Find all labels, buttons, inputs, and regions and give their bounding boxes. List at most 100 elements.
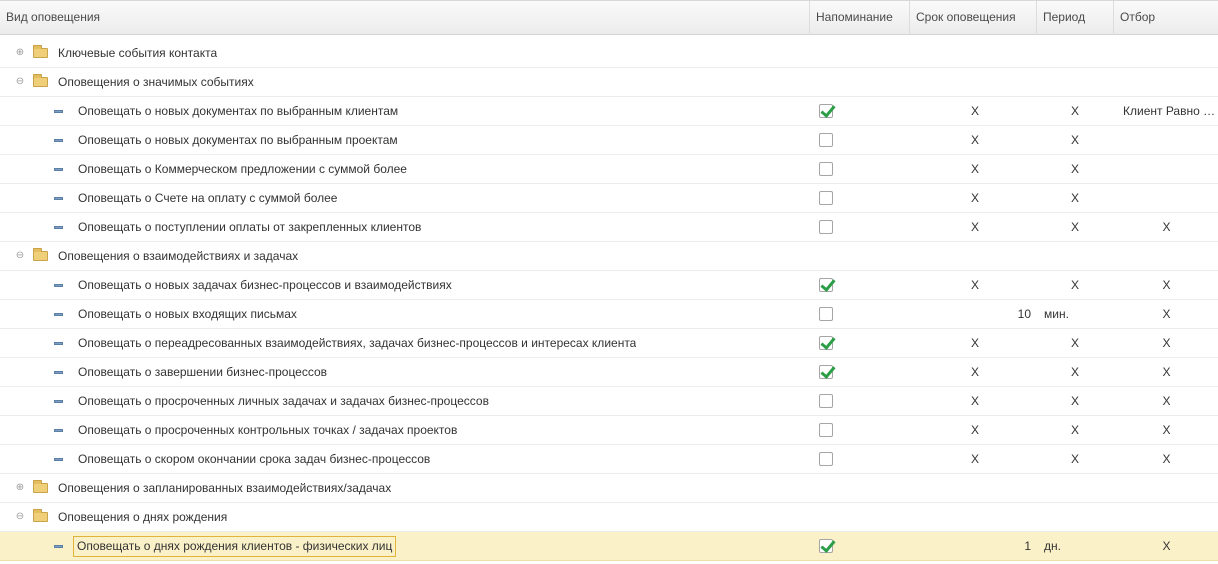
filter-value[interactable]: X [1115, 358, 1218, 386]
term-value[interactable]: X [910, 126, 1040, 154]
reminder-checkbox[interactable] [819, 336, 833, 350]
filter-value[interactable]: X [1115, 271, 1218, 299]
reminder-checkbox[interactable] [819, 452, 833, 466]
group-row[interactable]: ⊕ Ключевые события контакта [0, 39, 1218, 68]
reminder-checkbox[interactable] [819, 220, 833, 234]
group-row[interactable]: ⊖ Оповещения о днях рождения [0, 503, 1218, 532]
term-value[interactable]: 10 [910, 300, 1031, 328]
notification-row[interactable]: Оповещать о просроченных контрольных точ… [0, 416, 1218, 445]
term-value[interactable]: X [910, 329, 1040, 357]
notification-row[interactable]: Оповещать о новых документах по выбранны… [0, 97, 1218, 126]
notification-title[interactable]: Оповещать о переадресованных взаимодейст… [78, 329, 636, 357]
term-value[interactable]: 1 [910, 532, 1031, 560]
term-value[interactable]: X [910, 213, 1040, 241]
term-value[interactable]: X [910, 445, 1040, 473]
notification-title[interactable]: Оповещать о новых документах по выбранны… [78, 126, 398, 154]
term-value[interactable]: X [910, 97, 1040, 125]
notification-item-icon [54, 429, 63, 432]
column-header-filter[interactable]: Отбор [1114, 1, 1218, 35]
term-value[interactable]: X [910, 358, 1040, 386]
folder-icon [33, 248, 48, 261]
notification-item-icon [54, 371, 63, 374]
notification-settings-grid: Вид оповещения Напоминание Срок оповещен… [0, 0, 1218, 564]
notification-item-icon [54, 110, 63, 113]
filter-value[interactable]: X [1115, 445, 1218, 473]
filter-value[interactable]: X [1115, 329, 1218, 357]
reminder-checkbox[interactable] [819, 307, 833, 321]
notification-title[interactable]: Оповещать о новых задачах бизнес-процесс… [78, 271, 452, 299]
period-value[interactable]: X [1040, 184, 1110, 212]
notification-item-icon [54, 226, 63, 229]
period-value[interactable]: дн. [1040, 532, 1110, 560]
period-value[interactable]: X [1040, 97, 1110, 125]
collapse-toggle-icon[interactable]: ⊖ [15, 512, 25, 522]
period-value[interactable]: X [1040, 387, 1110, 415]
filter-value[interactable]: X [1115, 416, 1218, 444]
filter-value[interactable]: X [1115, 532, 1218, 560]
reminder-checkbox[interactable] [819, 133, 833, 147]
column-header-type[interactable]: Вид оповещения [0, 1, 810, 35]
notification-title[interactable]: Оповещать о Коммерческом предложении с с… [78, 155, 407, 183]
period-value[interactable]: X [1040, 213, 1110, 241]
column-header-reminder[interactable]: Напоминание [810, 1, 910, 35]
reminder-checkbox[interactable] [819, 191, 833, 205]
collapse-toggle-icon[interactable]: ⊖ [15, 77, 25, 87]
notification-title[interactable]: Оповещать о поступлении оплаты от закреп… [78, 213, 421, 241]
group-row[interactable]: ⊕ Оповещения о запланированных взаимодейс… [0, 474, 1218, 503]
filter-value[interactable]: Клиент Равно "Вектор" [1115, 97, 1218, 125]
notification-title[interactable]: Оповещать о Счете на оплату с суммой бол… [78, 184, 337, 212]
notification-row[interactable]: Оповещать о новых задачах бизнес-процесс… [0, 271, 1218, 300]
period-value[interactable]: X [1040, 155, 1110, 183]
notification-row[interactable]: Оповещать о просроченных личных задачах … [0, 387, 1218, 416]
notification-title[interactable]: Оповещать о скором окончании срока задач… [78, 445, 430, 473]
notification-title[interactable]: Оповещать о новых входящих письмах [78, 300, 297, 328]
term-value[interactable]: X [910, 155, 1040, 183]
folder-icon [33, 74, 48, 87]
period-value[interactable]: X [1040, 271, 1110, 299]
period-value[interactable]: X [1040, 126, 1110, 154]
notification-item-icon [54, 284, 63, 287]
notification-title[interactable]: Оповещать о просроченных контрольных точ… [78, 416, 457, 444]
notification-row[interactable]: Оповещать о скором окончании срока задач… [0, 445, 1218, 474]
filter-value[interactable]: X [1115, 213, 1218, 241]
filter-value[interactable]: X [1115, 387, 1218, 415]
reminder-checkbox[interactable] [819, 423, 833, 437]
group-title: Оповещения о днях рождения [58, 510, 228, 524]
notification-row[interactable]: Оповещать о новых документах по выбранны… [0, 126, 1218, 155]
notification-title[interactable]: Оповещать о завершении бизнес-процессов [78, 358, 327, 386]
expand-toggle-icon[interactable]: ⊕ [15, 48, 25, 58]
term-value[interactable]: X [910, 271, 1040, 299]
term-value[interactable]: X [910, 184, 1040, 212]
column-header-period[interactable]: Период [1037, 1, 1114, 35]
notification-row[interactable]: Оповещать о днях рождения клиентов - физ… [0, 532, 1218, 561]
notification-row[interactable]: Оповещать о поступлении оплаты от закреп… [0, 213, 1218, 242]
reminder-checkbox[interactable] [819, 365, 833, 379]
period-value[interactable]: X [1040, 358, 1110, 386]
notification-row[interactable]: Оповещать о новых входящих письмах 10 мин.… [0, 300, 1218, 329]
notification-row[interactable]: Оповещать о переадресованных взаимодейст… [0, 329, 1218, 358]
notification-row[interactable]: Оповещать о Счете на оплату с суммой бол… [0, 184, 1218, 213]
period-value[interactable]: мин. [1040, 300, 1110, 328]
period-value[interactable]: X [1040, 445, 1110, 473]
notification-row[interactable]: Оповещать о Коммерческом предложении с с… [0, 155, 1218, 184]
reminder-checkbox[interactable] [819, 104, 833, 118]
reminder-checkbox[interactable] [819, 162, 833, 176]
notification-title[interactable]: Оповещать о новых документах по выбранны… [78, 97, 398, 125]
term-value[interactable]: X [910, 416, 1040, 444]
column-header-term[interactable]: Срок оповещения [910, 1, 1037, 35]
term-value[interactable]: X [910, 387, 1040, 415]
reminder-checkbox[interactable] [819, 539, 833, 553]
group-row[interactable]: ⊖ Оповещения о значимых событиях [0, 68, 1218, 97]
reminder-checkbox[interactable] [819, 394, 833, 408]
filter-value[interactable]: X [1115, 300, 1218, 328]
expand-toggle-icon[interactable]: ⊕ [15, 483, 25, 493]
notification-row[interactable]: Оповещать о завершении бизнес-процессов X… [0, 358, 1218, 387]
notification-title[interactable]: Оповещать о просроченных личных задачах … [78, 387, 489, 415]
group-row[interactable]: ⊖ Оповещения о взаимодействиях и задачах [0, 242, 1218, 271]
group-title: Оповещения о взаимодействиях и задачах [58, 249, 299, 263]
notification-title[interactable]: Оповещать о днях рождения клиентов - физ… [73, 536, 397, 557]
period-value[interactable]: X [1040, 329, 1110, 357]
collapse-toggle-icon[interactable]: ⊖ [15, 251, 25, 261]
period-value[interactable]: X [1040, 416, 1110, 444]
reminder-checkbox[interactable] [819, 278, 833, 292]
